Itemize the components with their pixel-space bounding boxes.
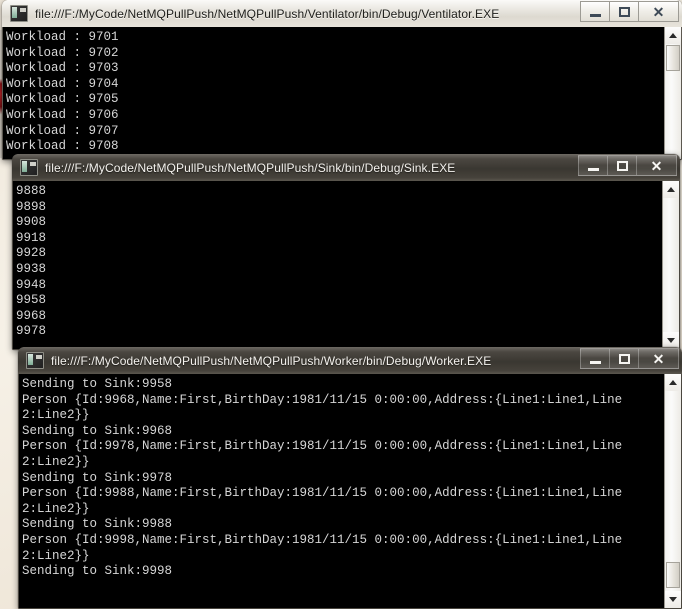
console-icon [26, 352, 44, 369]
console-area-sink: 9888 9898 9908 9918 9928 9938 9948 9958 9968 9978 [12, 181, 680, 350]
close-icon: ✕ [652, 350, 665, 367]
titlebar-worker[interactable]: file:///F:/MyCode/NetMQPullPush/NetMQPul… [18, 347, 682, 374]
close-button[interactable]: ✕ [638, 348, 679, 369]
scrollbar-worker[interactable] [664, 374, 681, 608]
console-line: Sending to Sink:9958 [22, 377, 173, 391]
console-line: 9938 [16, 261, 47, 276]
console-line: Person {Id:9988,Name:First,BirthDay:1981… [22, 486, 623, 501]
minimize-button[interactable] [580, 348, 609, 369]
minimize-button[interactable] [578, 155, 607, 176]
console-line: 9898 [16, 199, 47, 214]
console-icon [10, 5, 28, 22]
scroll-up-icon[interactable] [665, 27, 681, 44]
maximize-button[interactable] [609, 1, 638, 22]
window-controls[interactable]: ✕ [580, 348, 679, 369]
console-output-worker: Sending to Sink:9958 Person {Id:9968,Name… [19, 374, 664, 608]
titlebar-sink[interactable]: file:///F:/MyCode/NetMQPullPush/NetMQPul… [12, 154, 680, 181]
maximize-button[interactable] [609, 348, 638, 369]
console-line: 2:Line2}} [22, 454, 90, 469]
console-line: Person {Id:9968,Name:First,BirthDay:1981… [22, 392, 623, 407]
console-output-ventilator: Workload : 9701 Workload : 9702 Workload :… [3, 27, 664, 159]
scroll-down-icon[interactable] [665, 591, 681, 608]
console-line: Workload : 9703 [6, 61, 119, 76]
console-icon [20, 159, 38, 176]
console-line: 2:Line2}} [22, 501, 90, 516]
console-line: Workload : 9702 [6, 45, 119, 60]
window-title: file:///F:/MyCode/NetMQPullPush/NetMQPul… [45, 160, 456, 175]
scrollbar-thumb[interactable] [666, 45, 680, 71]
scrollbar-sink[interactable] [662, 181, 679, 349]
console-area-worker: Sending to Sink:9958 Person {Id:9968,Name… [18, 374, 682, 609]
console-line: Workload : 9701 [6, 30, 119, 44]
console-line: Sending to Sink:9978 [22, 470, 173, 485]
console-line: Workload : 9705 [6, 92, 119, 107]
window-controls[interactable]: ✕ [580, 1, 679, 22]
console-line: 9948 [16, 277, 47, 292]
console-line: Sending to Sink:9998 [22, 564, 173, 579]
window-worker[interactable]: file:///F:/MyCode/NetMQPullPush/NetMQPul… [18, 347, 682, 609]
console-line: Workload : 9704 [6, 76, 119, 91]
console-line: Person {Id:9978,Name:First,BirthDay:1981… [22, 439, 623, 454]
close-button[interactable]: ✕ [636, 155, 677, 176]
console-line: 9918 [16, 230, 47, 245]
console-line: 9928 [16, 246, 47, 261]
console-line: 9978 [16, 324, 47, 339]
console-line: Workload : 9708 [6, 139, 119, 154]
maximize-button[interactable] [607, 155, 636, 176]
console-line: Sending to Sink:9968 [22, 423, 173, 438]
close-icon: ✕ [650, 157, 663, 174]
titlebar-ventilator[interactable]: file:///F:/MyCode/NetMQPullPush/NetMQPul… [2, 0, 682, 27]
console-line: 9968 [16, 308, 47, 323]
console-line: 9888 [16, 184, 47, 198]
scrollbar-ventilator[interactable] [664, 27, 681, 159]
minimize-button[interactable] [580, 1, 609, 22]
window-title: file:///F:/MyCode/NetMQPullPush/NetMQPul… [35, 6, 500, 21]
window-sink[interactable]: file:///F:/MyCode/NetMQPullPush/NetMQPul… [12, 154, 680, 350]
window-controls[interactable]: ✕ [578, 155, 677, 176]
window-title: file:///F:/MyCode/NetMQPullPush/NetMQPul… [51, 353, 492, 368]
console-line: 9958 [16, 293, 47, 308]
console-line: 2:Line2}} [22, 408, 90, 423]
console-line: 2:Line2}} [22, 548, 90, 563]
console-line: Workload : 9706 [6, 107, 119, 122]
scroll-up-icon[interactable] [665, 374, 681, 391]
console-line: Sending to Sink:9988 [22, 517, 173, 532]
scrollbar-thumb[interactable] [666, 562, 680, 588]
console-line: 9908 [16, 215, 47, 230]
close-button[interactable]: ✕ [638, 1, 679, 22]
scroll-up-icon[interactable] [663, 181, 679, 198]
console-line: Workload : 9707 [6, 123, 119, 138]
close-icon: ✕ [652, 3, 665, 20]
console-line: Person {Id:9998,Name:First,BirthDay:1981… [22, 532, 623, 547]
window-ventilator[interactable]: file:///F:/MyCode/NetMQPullPush/NetMQPul… [2, 0, 682, 160]
console-area-ventilator: Workload : 9701 Workload : 9702 Workload :… [2, 27, 682, 160]
console-output-sink: 9888 9898 9908 9918 9928 9938 9948 9958 9968 9978 [13, 181, 662, 349]
